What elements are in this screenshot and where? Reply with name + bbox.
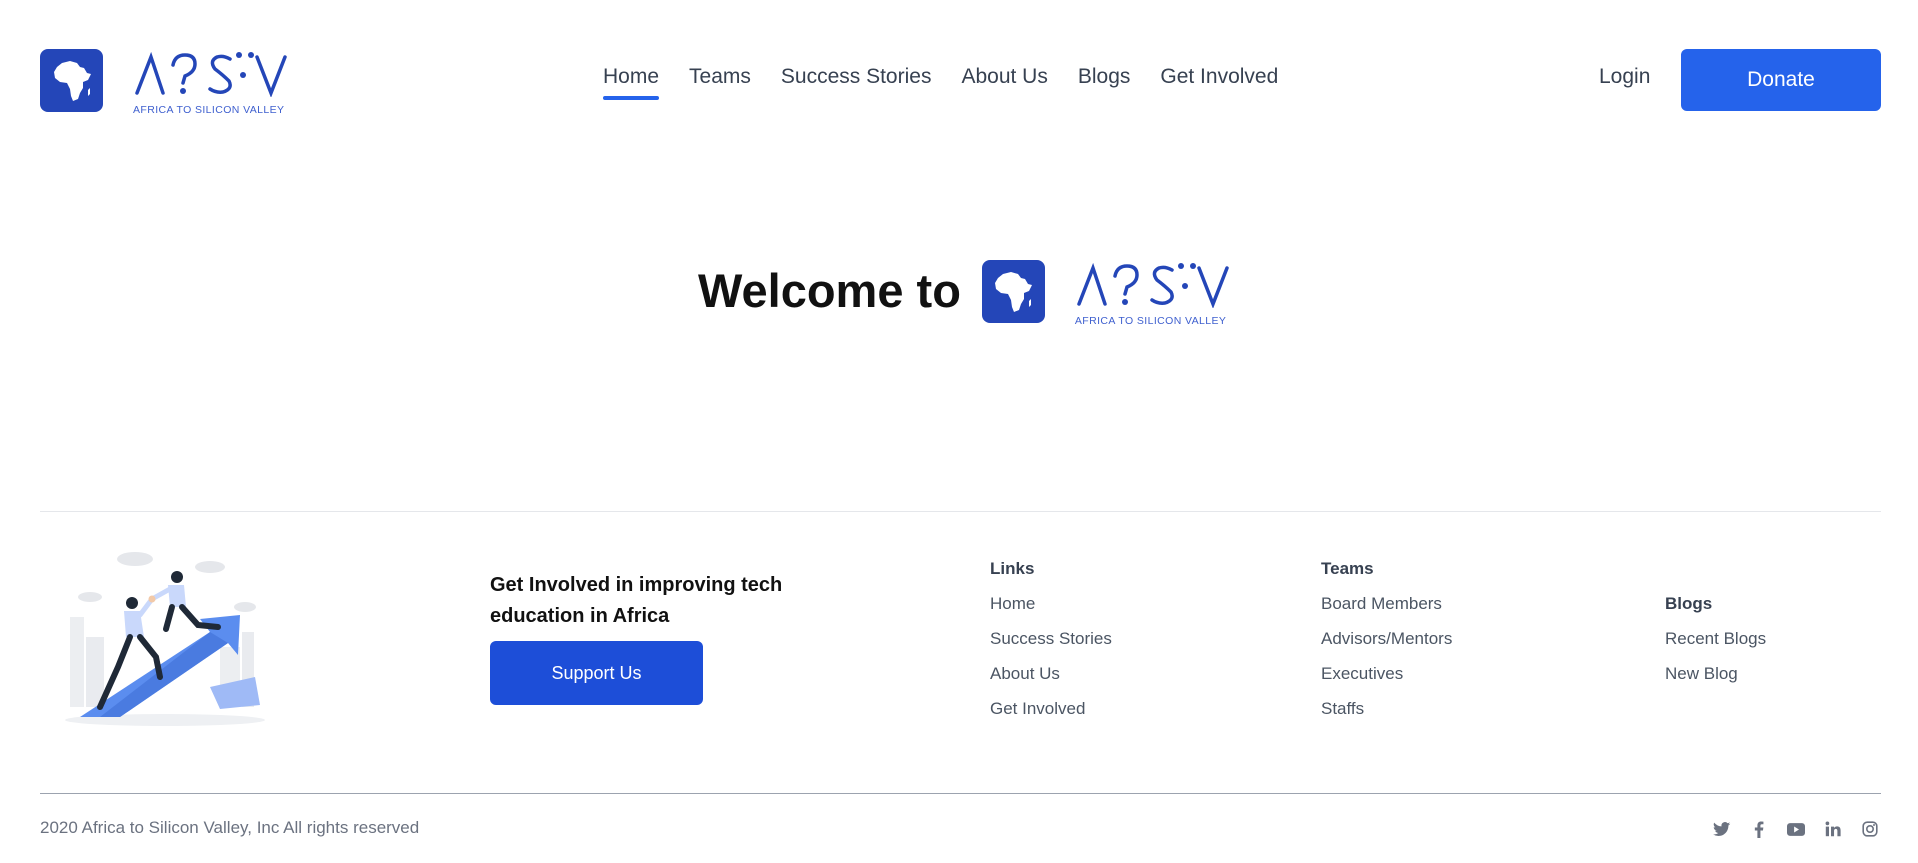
- footer-link-staffs[interactable]: Staffs: [1321, 698, 1452, 719]
- facebook-icon[interactable]: [1748, 818, 1770, 840]
- footer-teams-column: Teams Board Members Advisors/Mentors Exe…: [1321, 558, 1452, 733]
- footer-links-title: Links: [990, 559, 1035, 578]
- hero-title: Welcome to: [698, 264, 961, 317]
- nav-item-success-stories[interactable]: Success Stories: [781, 64, 932, 90]
- footer-link-recent-blogs[interactable]: Recent Blogs: [1665, 628, 1766, 649]
- hero-logo-wordmark: AFRICA TO SILICON VALLEY: [1075, 260, 1235, 327]
- nav-item-teams[interactable]: Teams: [689, 64, 751, 90]
- nav-item-get-involved[interactable]: Get Involved: [1160, 64, 1278, 90]
- footer-link-about-us[interactable]: About Us: [990, 663, 1112, 684]
- footer-bottom-divider: [40, 793, 1881, 794]
- site-header: AFRICA TO SILICON VALLEY Home Teams Succ…: [0, 0, 1918, 160]
- nav-item-blogs[interactable]: Blogs: [1078, 64, 1131, 90]
- donate-button[interactable]: Donate: [1681, 49, 1881, 111]
- africa-map-icon: [40, 49, 103, 112]
- instagram-icon[interactable]: [1859, 818, 1881, 840]
- main-nav: Home Teams Success Stories About Us Blog…: [603, 64, 1308, 100]
- footer-link-success-stories[interactable]: Success Stories: [990, 628, 1112, 649]
- africa-map-icon: [981, 260, 1045, 323]
- footer-blogs-column: Blogs Recent Blogs New Blog: [1665, 593, 1766, 698]
- hero-logo-tagline: AFRICA TO SILICON VALLEY: [1074, 315, 1227, 327]
- footer-link-new-blog[interactable]: New Blog: [1665, 663, 1766, 684]
- footer-links-column: Links Home Success Stories About Us Get …: [990, 558, 1112, 733]
- teamwork-illustration: [60, 537, 275, 729]
- nav-item-about-us[interactable]: About Us: [961, 64, 1047, 90]
- footer-cta-text: Get Involved in improving tech education…: [490, 574, 783, 627]
- footer-link-board-members[interactable]: Board Members: [1321, 593, 1452, 614]
- site-logo[interactable]: AFRICA TO SILICON VALLEY: [40, 49, 293, 116]
- support-us-button[interactable]: Support Us: [490, 641, 703, 705]
- footer-link-home[interactable]: Home: [990, 593, 1112, 614]
- footer-blogs-title: Blogs: [1665, 594, 1713, 613]
- footer-teams-title: Teams: [1321, 559, 1374, 578]
- copyright-text: 2020 Africa to Silicon Valley, Inc All r…: [40, 818, 420, 837]
- footer-link-get-involved[interactable]: Get Involved: [990, 698, 1112, 719]
- footer-link-executives[interactable]: Executives: [1321, 663, 1452, 684]
- logo-wordmark: AFRICA TO SILICON VALLEY: [133, 49, 293, 116]
- social-links: [1711, 818, 1881, 840]
- hero-section: Welcome to AFRICA TO SILICON VALLEY: [698, 260, 1235, 327]
- a2sv-wordmark-logo: [135, 51, 287, 98]
- nav-item-home[interactable]: Home: [603, 64, 660, 100]
- twitter-icon[interactable]: [1711, 818, 1733, 840]
- footer-divider: [40, 511, 1881, 512]
- login-link[interactable]: Login: [1599, 64, 1650, 90]
- youtube-icon[interactable]: [1785, 818, 1807, 840]
- hero-logo: AFRICA TO SILICON VALLEY: [981, 260, 1235, 327]
- linkedin-icon[interactable]: [1822, 818, 1844, 840]
- a2sv-wordmark-logo: [1077, 262, 1229, 309]
- logo-tagline: AFRICA TO SILICON VALLEY: [133, 104, 285, 116]
- footer-link-advisors-mentors[interactable]: Advisors/Mentors: [1321, 628, 1452, 649]
